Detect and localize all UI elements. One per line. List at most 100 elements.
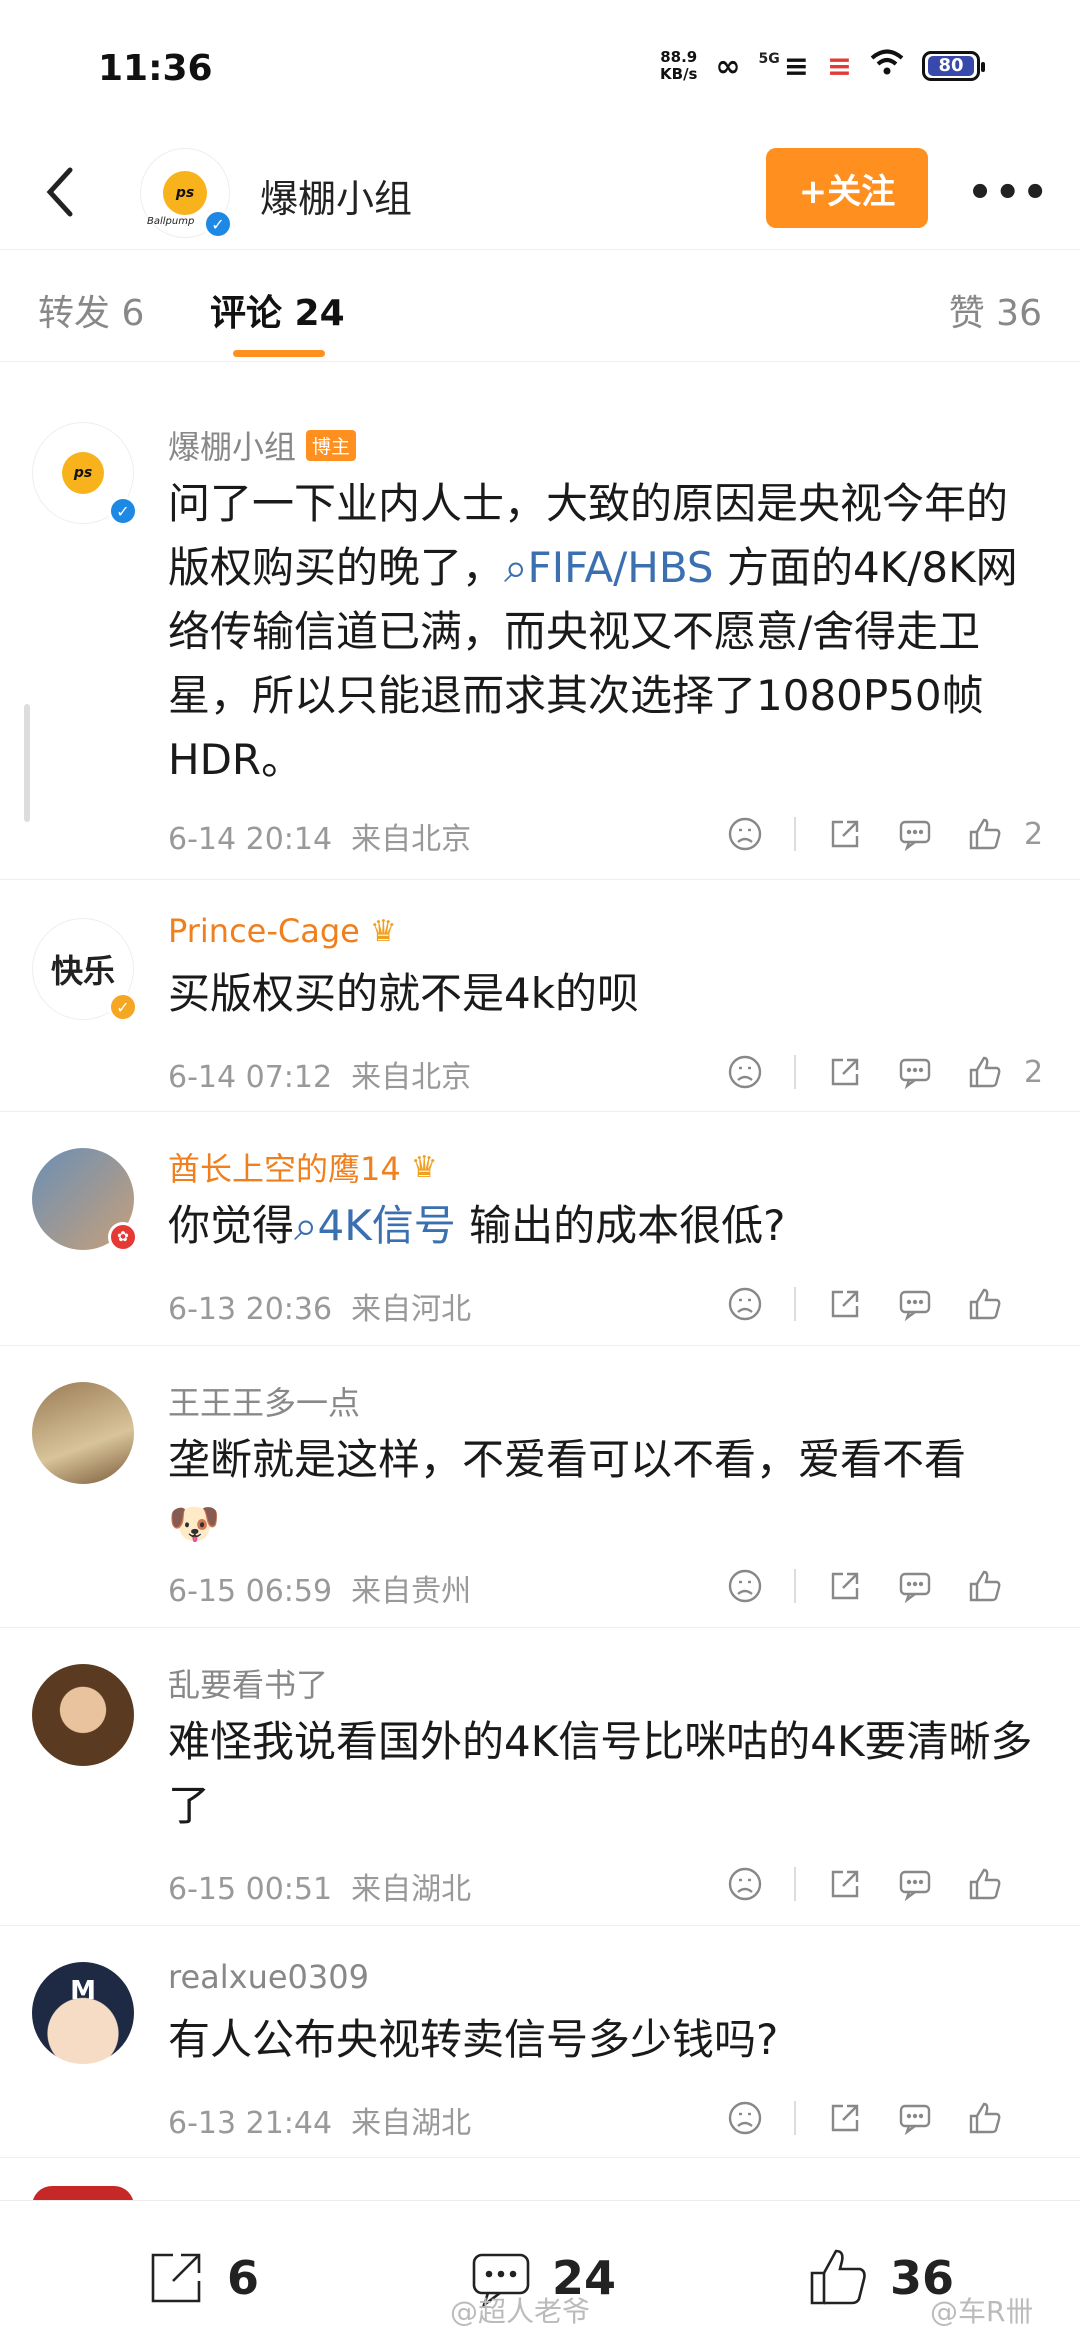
topic-link[interactable]: ⌕4K信号 [294,1201,456,1250]
frown-icon [728,817,762,851]
like-button[interactable] [950,1854,1020,1914]
comment-location: 来自北京 [351,1060,472,1095]
share-button[interactable] [810,804,880,864]
comment-text: 垄断就是这样，不爱看可以不看，爱看不看 [168,1435,967,1484]
share-icon [831,820,859,848]
account-avatar[interactable]: ps Ballpump ✓ [140,148,233,239]
comment-location: 来自湖北 [351,1872,472,1907]
comment-actions [710,1854,1050,1914]
comment-username[interactable]: realxue0309 [168,1958,369,1996]
like-button[interactable] [950,1556,1020,1616]
comment-text: 有人公布央视转卖信号多少钱吗? [168,2015,779,2064]
commenter-avatar[interactable]: ps ✓ [32,422,138,526]
dislike-button[interactable] [710,1042,780,1102]
comment-location: 来自湖北 [351,2106,472,2141]
comment-username[interactable]: 王王王多一点 [168,1378,360,1424]
search-icon: ⌕ [294,1201,318,1250]
author-badge: 博主 [306,429,357,461]
dislike-button[interactable] [710,1854,780,1914]
net-speed: 88.9 KB/s [660,49,697,83]
share-button[interactable] [810,2088,880,2148]
repost-icon [151,2253,201,2303]
net-speed-value: 88.9 [660,48,698,66]
tab-repost[interactable]: 转发 6 [38,284,144,336]
topic-link[interactable]: ⌕FIFA/HBS [504,543,714,592]
like-button[interactable] [950,2088,1020,2148]
comment-username[interactable]: 爆棚小组 博主 [168,422,357,468]
account-name[interactable]: 爆棚小组 [260,168,412,223]
comment-meta: 6-13 21:44 来自湖北 [168,2098,471,2142]
thumbs-up-icon [810,2249,866,2305]
reply-button[interactable] [880,804,950,864]
signal-2-icon: ≡ [826,48,852,84]
comment-username[interactable]: 酋长上空的鹰14 ♛ [168,1144,438,1190]
ballpump-logo: ps [62,452,104,494]
thumbs-up-icon [969,1570,1001,1602]
dislike-button[interactable] [710,1274,780,1334]
more-options-icon[interactable]: ••• [967,170,1050,216]
commenter-avatar[interactable] [32,1664,134,1766]
tab-likes[interactable]: 赞 36 [949,284,1042,336]
comment-location: 来自河北 [351,1292,472,1327]
comment-actions [710,1274,1050,1334]
active-tab-indicator [233,350,325,357]
comment-actions: 2 [710,1042,1050,1102]
dislike-button[interactable] [710,1556,780,1616]
commenter-avatar[interactable] [32,1382,134,1484]
comment-icon [899,1058,931,1090]
reply-button[interactable] [880,1854,950,1914]
tab-bar: 转发 6 评论 24 赞 36 [0,250,1080,362]
comment-item: 乱要看书了 难怪我说看国外的4K信号比咪咕的4K要清晰多了 6-15 00:51… [0,1628,1080,1926]
share-button[interactable] [810,1274,880,1334]
frown-icon [728,2101,762,2135]
reply-button[interactable] [880,1556,950,1616]
commenter-avatar[interactable]: 快乐 ✓ [32,918,138,1022]
crown-icon: ♛ [369,913,397,949]
verified-icon: ✓ [108,992,138,1022]
follow-button[interactable]: +关注 [766,148,928,228]
dislike-button[interactable] [710,2088,780,2148]
share-button[interactable] [810,1556,880,1616]
comment-username[interactable]: 乱要看书了 [168,1660,328,1706]
share-button[interactable] [810,1042,880,1102]
tab-comments[interactable]: 评论 24 [210,284,345,336]
commenter-avatar[interactable]: ✿ [32,1148,138,1252]
watermark: @车R卌 [930,2295,1034,2328]
comment-time: 6-15 06:59 [168,1574,333,1609]
back-button[interactable] [30,162,90,222]
comment-icon [899,820,931,852]
reply-button[interactable] [880,1274,950,1334]
comment-location: 来自北京 [351,822,472,857]
share-button[interactable] [810,1854,880,1914]
like-button[interactable] [950,804,1020,864]
battery-level: 80 [928,56,974,76]
comment-time: 6-14 07:12 [168,1060,333,1095]
frown-icon [728,1867,762,1901]
reply-button[interactable] [880,2088,950,2148]
net-speed-unit: KB/s [660,65,698,83]
comment-item: M realxue0309 有人公布央视转卖信号多少钱吗? 6-13 21:44… [0,1926,1080,2158]
comment-meta: 6-14 07:12 来自北京 [168,1052,471,1096]
comment-time: 6-15 00:51 [168,1872,333,1907]
reply-button[interactable] [880,1042,950,1102]
comment-username[interactable]: Prince-Cage ♛ [168,912,397,950]
comment-text: 买版权买的就不是4k的呗 [168,969,640,1018]
repost-button[interactable]: 6 [145,2247,259,2309]
like-button[interactable] [950,1042,1020,1102]
share-icon [831,2104,859,2132]
comment-text: 问了一下业内人士，大致的原因是央视今年的版权购买的晚了，⌕FIFA/HBS 方面… [168,479,1018,784]
frown-icon [728,1569,762,1603]
badge-icon: ✿ [108,1222,138,1252]
frown-icon [728,1287,762,1321]
comment-time: 6-13 21:44 [168,2106,333,2141]
comment-icon [899,1572,931,1604]
ballpump-logo: ps [163,171,207,215]
comment-actions: 2 [710,804,1050,864]
signal-icon: ≡ [783,48,809,84]
comment-time: 6-13 20:36 [168,1292,333,1327]
like-button[interactable] [950,1274,1020,1334]
logo-caption: Ballpump [147,216,195,227]
dislike-button[interactable] [710,804,780,864]
comment-text: 难怪我说看国外的4K信号比咪咕的4K要清晰多了 [168,1717,1033,1830]
commenter-avatar[interactable]: M [32,1962,134,2064]
